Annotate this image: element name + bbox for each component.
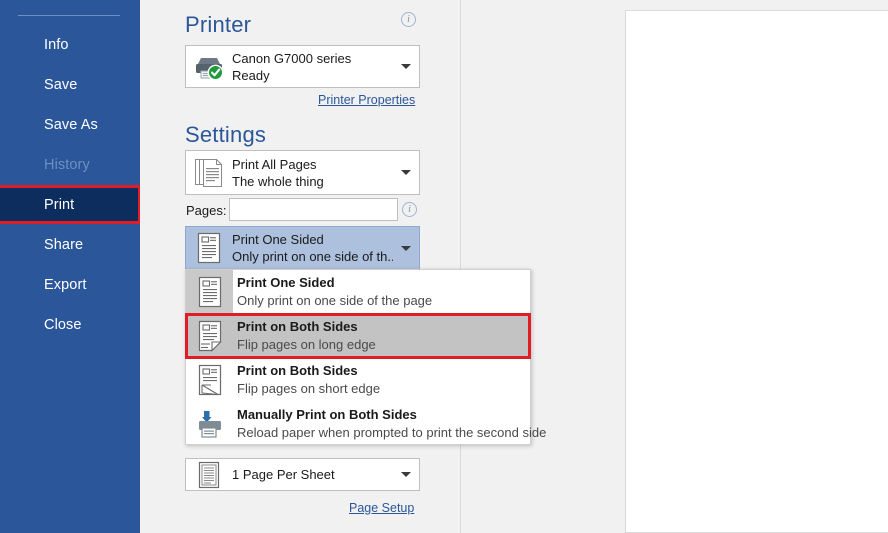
printer-ready-check-icon bbox=[186, 46, 232, 87]
print-sides-dropdown-menu[interactable]: Print One Sided Only print on one side o… bbox=[185, 269, 546, 446]
dropdown-item-title: Manually Print on Both Sides bbox=[237, 407, 417, 422]
pages-per-sheet-main: 1 Page Per Sheet bbox=[232, 467, 335, 482]
preview-page bbox=[625, 10, 888, 533]
sidebar-item-label: Export bbox=[44, 277, 87, 293]
chevron-down-icon[interactable] bbox=[393, 472, 419, 477]
print-one-sided-icon bbox=[186, 270, 233, 314]
sidebar-item-info[interactable]: Info bbox=[0, 26, 140, 64]
print-sides-text: Print One Sided Only print on one side o… bbox=[232, 231, 393, 265]
dropdown-item-desc: Flip pages on long edge bbox=[237, 337, 376, 352]
print-sides-sub: Only print on one side of th... bbox=[232, 249, 393, 264]
chevron-down-icon[interactable] bbox=[393, 64, 419, 69]
printer-select-text: Canon G7000 series Ready bbox=[232, 50, 393, 84]
dropdown-item-text: Print on Both Sides Flip pages on long e… bbox=[233, 318, 530, 354]
dropdown-item-text: Print One Sided Only print on one side o… bbox=[233, 274, 530, 310]
printer-select[interactable]: Canon G7000 series Ready bbox=[185, 45, 420, 88]
dropdown-item-desc: Only print on one side of the page bbox=[237, 293, 433, 308]
print-range-select[interactable]: Print All Pages The whole thing bbox=[185, 150, 420, 195]
sidebar-item-label: Share bbox=[44, 237, 84, 253]
print-range-text: Print All Pages The whole thing bbox=[232, 156, 393, 190]
sidebar-item-export[interactable]: Export bbox=[0, 266, 140, 304]
print-both-sides-short-edge-icon bbox=[186, 358, 233, 402]
dropdown-item-print-both-sides-short-edge[interactable]: Print on Both Sides Flip pages on short … bbox=[186, 358, 530, 402]
sidebar-item-label: Save As bbox=[44, 117, 98, 133]
dropdown-item-title: Print One Sided bbox=[237, 275, 335, 290]
settings-heading: Settings bbox=[185, 122, 267, 147]
dropdown-item-manually-print-on-both-sides[interactable]: Manually Print on Both Sides Reload pape… bbox=[186, 402, 546, 446]
sidebar-item-history: History bbox=[0, 146, 140, 184]
dropdown-item-title: Print on Both Sides bbox=[237, 363, 358, 378]
sidebar-separator bbox=[18, 15, 120, 16]
print-both-sides-long-edge-icon bbox=[186, 314, 233, 358]
sidebar-item-label: Print bbox=[44, 197, 75, 213]
print-backstage-screen: Info Save Save As History Print Share Ex… bbox=[0, 0, 888, 533]
sidebar-item-save[interactable]: Save bbox=[0, 66, 140, 104]
print-range-main: Print All Pages bbox=[232, 156, 317, 172]
print-one-sided-icon bbox=[186, 227, 232, 269]
backstage-sidebar: Info Save Save As History Print Share Ex… bbox=[0, 0, 140, 533]
dropdown-item-desc: Flip pages on short edge bbox=[237, 381, 381, 396]
chevron-down-icon[interactable] bbox=[393, 170, 419, 175]
chevron-down-icon[interactable] bbox=[393, 245, 419, 251]
pages-per-sheet-select[interactable]: 1 Page Per Sheet bbox=[185, 458, 420, 491]
sidebar-item-print[interactable]: Print bbox=[0, 186, 140, 224]
dropdown-item-text: Print on Both Sides Flip pages on short … bbox=[233, 362, 530, 398]
printer-properties-link[interactable]: Printer Properties bbox=[318, 93, 415, 107]
print-sides-main: Print One Sided bbox=[232, 232, 324, 247]
printer-heading: Printer bbox=[185, 12, 252, 37]
one-page-per-sheet-icon bbox=[186, 459, 232, 490]
print-range-sub: The whole thing bbox=[232, 173, 324, 189]
print-sides-select[interactable]: Print One Sided Only print on one side o… bbox=[185, 226, 420, 270]
sidebar-item-save-as[interactable]: Save As bbox=[0, 106, 140, 144]
dropdown-item-desc: Reload paper when prompted to print the … bbox=[237, 425, 547, 440]
pages-label: Pages: bbox=[186, 203, 227, 218]
sidebar-item-label: Close bbox=[44, 317, 82, 333]
sidebar-item-share[interactable]: Share bbox=[0, 226, 140, 264]
pages-per-sheet-text: 1 Page Per Sheet bbox=[232, 459, 393, 490]
dropdown-item-text: Manually Print on Both Sides Reload pape… bbox=[233, 406, 546, 442]
sidebar-item-close[interactable]: Close bbox=[0, 306, 140, 344]
print-all-pages-icon bbox=[186, 151, 232, 194]
page-setup-link[interactable]: Page Setup bbox=[349, 501, 414, 515]
info-icon[interactable]: i bbox=[401, 12, 416, 27]
printer-name: Canon G7000 series bbox=[232, 50, 352, 66]
dropdown-item-print-both-sides-long-edge[interactable]: Print on Both Sides Flip pages on long e… bbox=[186, 314, 530, 358]
sidebar-item-label: History bbox=[44, 157, 90, 173]
pages-input[interactable] bbox=[229, 198, 398, 221]
dropdown-item-title: Print on Both Sides bbox=[237, 319, 358, 334]
printer-status: Ready bbox=[232, 67, 270, 83]
info-icon[interactable]: i bbox=[402, 202, 417, 217]
manually-print-both-sides-icon bbox=[186, 402, 233, 446]
dropdown-item-print-one-sided[interactable]: Print One Sided Only print on one side o… bbox=[186, 270, 530, 314]
sidebar-item-label: Info bbox=[44, 37, 69, 53]
sidebar-item-label: Save bbox=[44, 77, 78, 93]
